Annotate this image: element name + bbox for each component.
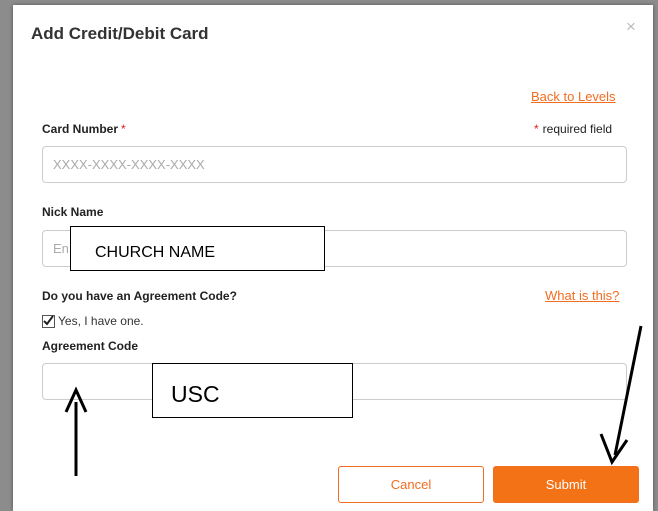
cancel-button[interactable]: Cancel	[338, 466, 484, 503]
agreement-checkbox[interactable]	[42, 314, 55, 328]
required-star: *	[121, 122, 126, 136]
agreement-checkbox-label: Yes, I have one.	[58, 314, 144, 328]
required-note-text: required field	[542, 122, 613, 136]
card-number-label: Card Number *	[42, 122, 126, 136]
what-is-this-link[interactable]: What is this?	[545, 288, 619, 303]
agreement-checkbox-row[interactable]: Yes, I have one.	[42, 314, 144, 328]
close-icon[interactable]: ×	[626, 17, 636, 37]
required-star: *	[534, 122, 539, 136]
dialog-title: Add Credit/Debit Card	[31, 24, 209, 43]
nick-name-label: Nick Name	[42, 205, 104, 219]
church-name-annotation: CHURCH NAME	[70, 226, 325, 271]
usc-annotation: USC	[152, 363, 353, 418]
card-number-input[interactable]	[42, 146, 627, 183]
card-number-label-text: Card Number	[42, 122, 119, 136]
submit-button[interactable]: Submit	[493, 466, 639, 503]
back-to-levels-link[interactable]: Back to Levels	[531, 89, 616, 104]
agreement-question: Do you have an Agreement Code?	[42, 289, 237, 303]
agreement-code-label: Agreement Code	[42, 339, 139, 353]
required-field-note: * required field	[534, 122, 612, 136]
checkmark-icon	[43, 314, 54, 326]
